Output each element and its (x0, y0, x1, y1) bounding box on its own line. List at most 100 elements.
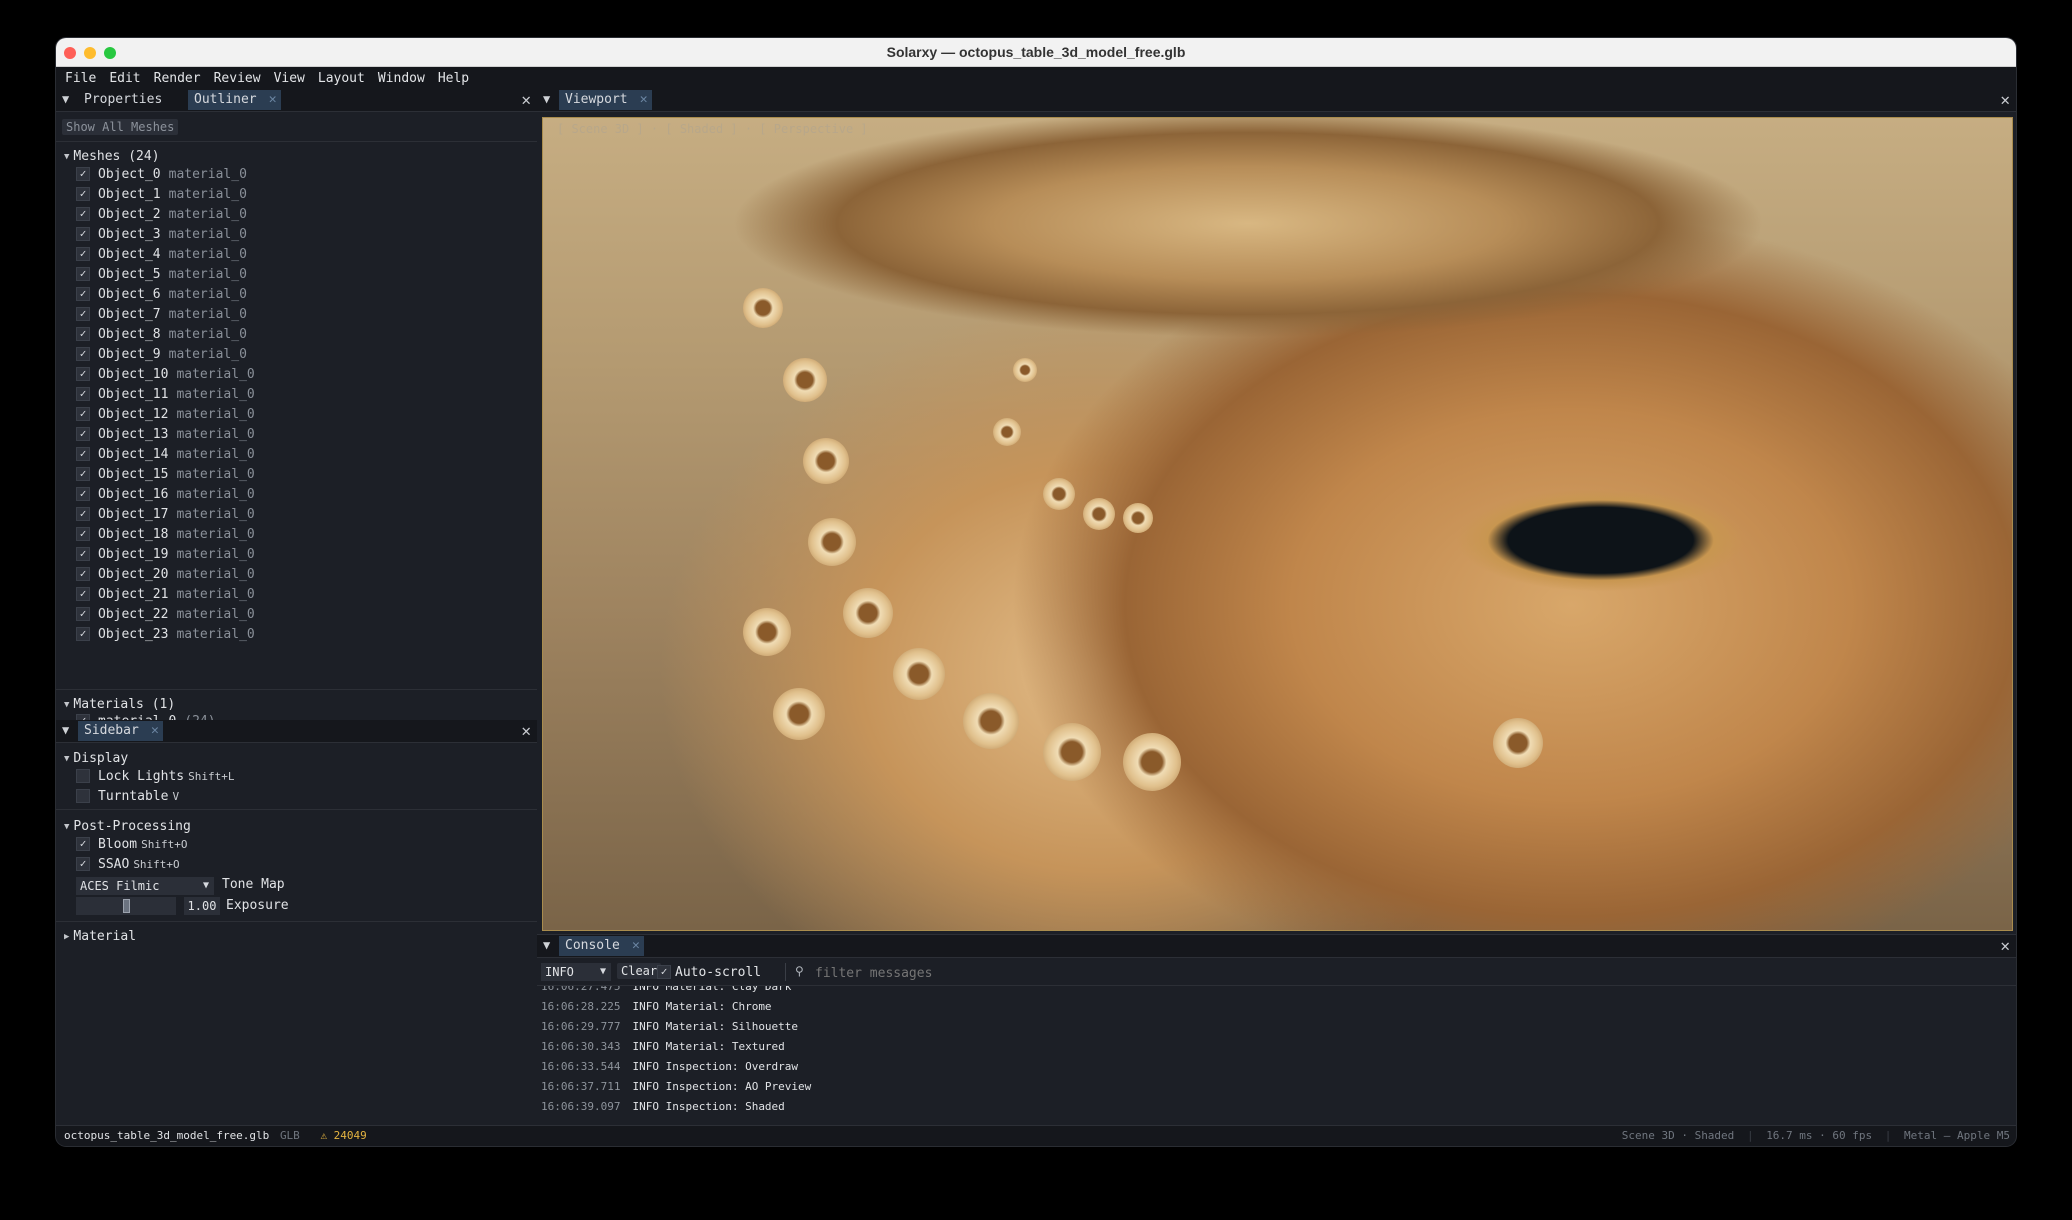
mesh-row[interactable]: ✓ Object_16 material_0 (76, 484, 255, 504)
viewport-canvas[interactable]: [ Scene 3D ] · [ Shaded ] · [ Perspectiv… (542, 117, 2013, 931)
mesh-visible-checkbox[interactable]: ✓ (76, 567, 90, 581)
mesh-visible-checkbox[interactable]: ✓ (76, 207, 90, 221)
tab-properties[interactable]: Properties (78, 90, 186, 110)
menu-edit[interactable]: Edit (109, 71, 140, 86)
mesh-visible-checkbox[interactable]: ✓ (76, 327, 90, 341)
tab-close-icon[interactable]: ✕ (151, 721, 159, 741)
mesh-visible-checkbox[interactable]: ✓ (76, 587, 90, 601)
mesh-visible-checkbox[interactable]: ✓ (76, 267, 90, 281)
mesh-row[interactable]: ✓ Object_6 material_0 (76, 284, 247, 304)
menu-help[interactable]: Help (438, 71, 469, 86)
mesh-row[interactable]: ✓ Object_2 material_0 (76, 204, 247, 224)
autoscroll-checkbox[interactable]: ✓ (657, 965, 671, 979)
mesh-row[interactable]: ✓ Object_23 material_0 (76, 624, 255, 644)
tab-close-icon[interactable]: ✕ (269, 90, 277, 110)
exposure-value[interactable]: 1.00 (184, 897, 220, 915)
panel-close-icon[interactable]: ✕ (2000, 89, 2010, 111)
mesh-visible-checkbox[interactable]: ✓ (76, 347, 90, 361)
bloom-checkbox[interactable]: ✓ (76, 837, 90, 851)
lock-lights-checkbox[interactable] (76, 769, 90, 783)
mesh-row[interactable]: ✓ Object_9 material_0 (76, 344, 247, 364)
mesh-row[interactable]: ✓ Object_1 material_0 (76, 184, 247, 204)
log-level-select[interactable]: INFO ▼ (541, 963, 611, 981)
panel-close-icon[interactable]: ✕ (521, 89, 531, 111)
mesh-row[interactable]: ✓ Object_0 material_0 (76, 164, 247, 184)
menu-render[interactable]: Render (154, 71, 201, 86)
panel-close-icon[interactable]: ✕ (2000, 935, 2010, 957)
menu-view[interactable]: View (274, 71, 305, 86)
tab-viewport[interactable]: Viewport ✕ (559, 90, 652, 110)
mesh-row[interactable]: ✓ Object_15 material_0 (76, 464, 255, 484)
mesh-visible-checkbox[interactable]: ✓ (76, 187, 90, 201)
menu-file[interactable]: File (65, 71, 96, 86)
mesh-row[interactable]: ✓ Object_14 material_0 (76, 444, 255, 464)
mesh-visible-checkbox[interactable]: ✓ (76, 607, 90, 621)
mesh-row[interactable]: ✓ Object_8 material_0 (76, 324, 247, 344)
mesh-row[interactable]: ✓ Object_11 material_0 (76, 384, 255, 404)
clear-button[interactable]: Clear (617, 963, 662, 979)
mesh-row[interactable]: ✓ Object_17 material_0 (76, 504, 255, 524)
panel-collapse-icon[interactable]: ▼ (543, 92, 550, 106)
meshes-section-header[interactable]: ▼ Meshes (24) (64, 149, 160, 164)
tab-sidebar[interactable]: Sidebar ✕ (78, 721, 163, 741)
mesh-visible-checkbox[interactable]: ✓ (76, 507, 90, 521)
mesh-visible-checkbox[interactable]: ✓ (76, 367, 90, 381)
panel-collapse-icon[interactable]: ▼ (543, 938, 550, 952)
material-section-header[interactable]: ▶ Material (64, 929, 136, 944)
mesh-row[interactable]: ✓ Object_13 material_0 (76, 424, 255, 444)
ssao-row[interactable]: ✓ SSAO Shift+O (76, 854, 180, 874)
filter-messages-input[interactable] (813, 962, 1417, 984)
mesh-visible-checkbox[interactable]: ✓ (76, 427, 90, 441)
ssao-checkbox[interactable]: ✓ (76, 857, 90, 871)
tab-console[interactable]: Console ✕ (559, 936, 644, 956)
slider-handle[interactable] (122, 899, 130, 913)
panel-collapse-icon[interactable]: ▼ (62, 92, 69, 106)
mesh-row[interactable]: ✓ Object_7 material_0 (76, 304, 247, 324)
exposure-slider[interactable] (76, 897, 176, 915)
mesh-row[interactable]: ✓ Object_10 material_0 (76, 364, 255, 384)
turntable-checkbox[interactable] (76, 789, 90, 803)
mesh-row[interactable]: ✓ Object_3 material_0 (76, 224, 247, 244)
panel-close-icon[interactable]: ✕ (521, 720, 531, 742)
mesh-visible-checkbox[interactable]: ✓ (76, 527, 90, 541)
mesh-visible-checkbox[interactable]: ✓ (76, 307, 90, 321)
post-processing-section-header[interactable]: ▼ Post-Processing (64, 819, 191, 834)
menu-window[interactable]: Window (378, 71, 425, 86)
display-section-header[interactable]: ▼ Display (64, 751, 128, 766)
mesh-visible-checkbox[interactable]: ✓ (76, 247, 90, 261)
lock-lights-row[interactable]: Lock Lights Shift+L (76, 766, 234, 786)
mesh-visible-checkbox[interactable]: ✓ (76, 487, 90, 501)
mesh-visible-checkbox[interactable]: ✓ (76, 167, 90, 181)
mesh-visible-checkbox[interactable]: ✓ (76, 387, 90, 401)
mesh-row[interactable]: ✓ Object_18 material_0 (76, 524, 255, 544)
tab-outliner[interactable]: Outliner ✕ (188, 90, 281, 110)
autoscroll-row[interactable]: ✓ Auto-scroll (657, 962, 761, 982)
mesh-visible-checkbox[interactable]: ✓ (76, 227, 90, 241)
mesh-row[interactable]: ✓ Object_19 material_0 (76, 544, 255, 564)
mesh-row[interactable]: ✓ Object_22 material_0 (76, 604, 255, 624)
tab-close-icon[interactable]: ✕ (640, 90, 648, 110)
mesh-visible-checkbox[interactable]: ✓ (76, 407, 90, 421)
menu-layout[interactable]: Layout (318, 71, 365, 86)
mesh-visible-checkbox[interactable]: ✓ (76, 287, 90, 301)
mesh-visible-checkbox[interactable]: ✓ (76, 547, 90, 561)
mesh-visible-checkbox[interactable]: ✓ (76, 627, 90, 641)
mesh-row[interactable]: ✓ Object_4 material_0 (76, 244, 247, 264)
show-all-meshes-button[interactable]: Show All Meshes (62, 119, 179, 135)
mesh-row[interactable]: ✓ Object_5 material_0 (76, 264, 247, 284)
menu-review[interactable]: Review (214, 71, 261, 86)
panel-collapse-icon[interactable]: ▼ (62, 723, 69, 737)
tab-close-icon[interactable]: ✕ (632, 936, 640, 956)
materials-section-header[interactable]: ▼ Materials (1) (64, 697, 175, 712)
mesh-visible-checkbox[interactable]: ✓ (76, 447, 90, 461)
bloom-row[interactable]: ✓ Bloom Shift+O (76, 834, 188, 854)
mesh-row[interactable]: ✓ Object_12 material_0 (76, 404, 255, 424)
status-warnings[interactable]: ⚠ 24049 (320, 1129, 366, 1142)
mesh-row[interactable]: ✓ Object_21 material_0 (76, 584, 255, 604)
turntable-row[interactable]: Turntable V (76, 786, 179, 806)
status-file-info: octopus_table_3d_model_free.glb GLB ⚠ 24… (64, 1126, 367, 1146)
app-window: Solarxy — octopus_table_3d_model_free.gl… (56, 38, 2016, 1146)
mesh-row[interactable]: ✓ Object_20 material_0 (76, 564, 255, 584)
mesh-visible-checkbox[interactable]: ✓ (76, 467, 90, 481)
tonemap-select[interactable]: ACES Filmic ▼ (76, 877, 214, 895)
